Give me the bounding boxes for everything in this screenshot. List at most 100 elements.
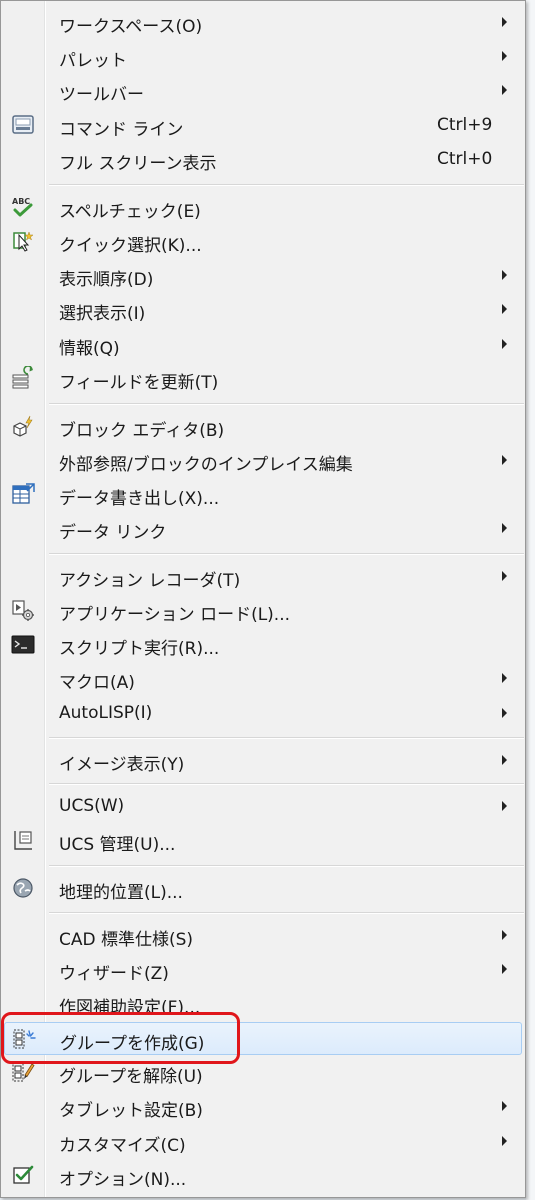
menu-item-label: スクリプト実行(R)...	[59, 639, 220, 659]
menu-item-wizards[interactable]: ウィザード(Z)	[4, 953, 522, 986]
submenu-arrow-icon	[502, 708, 507, 718]
menu-item-create-group[interactable]: グループを作成(G)	[4, 1022, 522, 1055]
menu-item-label: ワークスペース(O)	[59, 17, 203, 37]
menu-item-label: フィールドを更新(T)	[59, 373, 219, 393]
menu-item-ucs-manager[interactable]: UCS 管理(U)...	[4, 824, 522, 857]
menu-item-command-line[interactable]: コマンド ライン Ctrl+9	[4, 109, 522, 142]
submenu-arrow-icon	[502, 523, 507, 533]
menu-item-label: CAD 標準仕様(S)	[59, 930, 194, 950]
menu-item-drafting-settings[interactable]: 作図補助設定(F)...	[4, 987, 522, 1020]
menu-item-label: カスタマイズ(C)	[59, 1136, 186, 1156]
submenu-arrow-icon	[502, 339, 507, 349]
menu-item-label: ウィザード(Z)	[59, 964, 169, 984]
menu-item-inquiry[interactable]: 情報(Q)	[4, 328, 522, 361]
menu-item-label: ツールバー	[59, 85, 144, 105]
menu-item-label: アクション レコーダ(T)	[59, 571, 241, 591]
menu-item-label: イメージ表示(Y)	[59, 755, 185, 775]
menu-item-label: グループを解除(U)	[59, 1067, 203, 1087]
menu-item-geographic-location[interactable]: 地理的位置(L)...	[4, 872, 522, 905]
menu-item-update-fields[interactable]: フィールドを更新(T)	[4, 362, 522, 395]
menu-item-label: アプリケーション ロード(L)...	[59, 605, 291, 625]
menu-item-toolbars[interactable]: ツールバー	[4, 74, 522, 107]
menu-item-data-extraction[interactable]: データ書き出し(X)...	[4, 478, 522, 511]
menu-separator	[49, 184, 524, 186]
menu-separator	[49, 553, 524, 555]
menu-item-xref-block-in-place-editing[interactable]: 外部参照/ブロックのインプレイス編集	[4, 444, 522, 477]
data-extraction-icon	[10, 482, 36, 506]
submenu-arrow-icon	[502, 1101, 507, 1111]
menu-item-label: タブレット設定(B)	[59, 1101, 203, 1121]
menu-item-quick-select[interactable]: クイック選択(K)...	[4, 225, 522, 258]
menu-item-label: グループを作成(G)	[60, 1034, 205, 1054]
menu-item-label: 表示順序(D)	[59, 270, 154, 290]
menu-item-cad-standards[interactable]: CAD 標準仕様(S)	[4, 919, 522, 952]
menu-item-autolisp[interactable]: AutoLISP(I)	[4, 697, 522, 730]
menu-item-label: UCS 管理(U)...	[59, 835, 176, 855]
ucs-manager-icon	[10, 828, 36, 852]
menu-item-label: フル スクリーン表示	[59, 154, 217, 174]
menu-item-label: オプション(N)...	[59, 1170, 187, 1190]
menu-item-label: スペルチェック(E)	[59, 202, 201, 222]
options-icon	[10, 1163, 36, 1187]
menu-item-label: 作図補助設定(F)...	[59, 998, 201, 1018]
geographic-location-icon	[10, 876, 36, 900]
menu-item-macro[interactable]: マクロ(A)	[4, 662, 522, 695]
submenu-arrow-icon	[502, 571, 507, 581]
menu-item-label: パレット	[59, 51, 127, 71]
update-field-icon	[10, 365, 36, 390]
menu-item-palettes[interactable]: パレット	[4, 40, 522, 73]
menu-item-label: データ書き出し(X)...	[59, 489, 220, 509]
submenu-arrow-icon	[502, 17, 507, 27]
menu-item-block-editor[interactable]: ブロック エディタ(B)	[4, 410, 522, 443]
tools-dropdown-menu: ワークスペース(O) パレット ツールバー コマンド ライン Ctrl+9 フル…	[0, 0, 526, 1198]
menu-separator	[49, 403, 524, 405]
menu-item-label: データ リンク	[59, 523, 167, 543]
menu-item-run-script[interactable]: スクリプト実行(R)...	[4, 628, 522, 661]
menu-separator	[49, 865, 524, 867]
menu-item-customize[interactable]: カスタマイズ(C)	[4, 1125, 522, 1158]
quick-select-icon	[10, 229, 36, 253]
menu-separator	[49, 783, 524, 785]
run-script-icon	[10, 632, 36, 656]
submenu-arrow-icon	[502, 673, 507, 683]
menu-item-label: コマンド ライン	[59, 120, 184, 140]
menu-item-label: AutoLISP(I)	[59, 703, 153, 723]
load-application-icon	[10, 598, 36, 622]
command-line-icon	[10, 113, 36, 137]
menu-item-label: クイック選択(K)...	[59, 236, 202, 256]
submenu-arrow-icon	[502, 964, 507, 974]
menu-item-workspaces[interactable]: ワークスペース(O)	[4, 6, 522, 39]
submenu-arrow-icon	[502, 930, 507, 940]
menu-item-action-recorder[interactable]: アクション レコーダ(T)	[4, 560, 522, 593]
menu-item-tablet[interactable]: タブレット設定(B)	[4, 1090, 522, 1123]
menu-item-data-links[interactable]: データ リンク	[4, 512, 522, 545]
menu-item-options[interactable]: オプション(N)...	[4, 1159, 522, 1192]
menu-item-isolate[interactable]: 選択表示(I)	[4, 293, 522, 326]
svg-text:ABC: ABC	[12, 197, 30, 206]
ungroup-icon	[10, 1060, 36, 1084]
menu-item-load-application[interactable]: アプリケーション ロード(L)...	[4, 594, 522, 627]
submenu-arrow-icon	[502, 85, 507, 95]
submenu-arrow-icon	[502, 755, 507, 765]
menu-separator	[49, 912, 524, 914]
submenu-arrow-icon	[502, 801, 507, 811]
menu-item-label: 選択表示(I)	[59, 304, 146, 324]
create-group-icon	[11, 1027, 37, 1051]
menu-item-label: 外部参照/ブロックのインプレイス編集	[59, 455, 353, 475]
menu-item-label: ブロック エディタ(B)	[59, 421, 225, 441]
menu-separator	[49, 737, 524, 739]
menu-item-spell-check[interactable]: ABC スペルチェック(E)	[4, 191, 522, 224]
background-window-strip	[526, 0, 535, 1200]
menu-item-label: UCS(W)	[59, 796, 125, 816]
menu-item-display-image[interactable]: イメージ表示(Y)	[4, 744, 522, 777]
menu-item-full-screen[interactable]: フル スクリーン表示 Ctrl+0	[4, 143, 522, 176]
block-editor-icon	[10, 414, 36, 438]
menu-item-ucs[interactable]: UCS(W)	[4, 790, 522, 823]
menu-item-draw-order[interactable]: 表示順序(D)	[4, 259, 522, 292]
submenu-arrow-icon	[502, 304, 507, 314]
submenu-arrow-icon	[502, 455, 507, 465]
menu-item-ungroup[interactable]: グループを解除(U)	[4, 1056, 522, 1089]
menu-item-label: 情報(Q)	[59, 339, 120, 359]
menu-item-label: 地理的位置(L)...	[59, 883, 183, 903]
submenu-arrow-icon	[502, 51, 507, 61]
